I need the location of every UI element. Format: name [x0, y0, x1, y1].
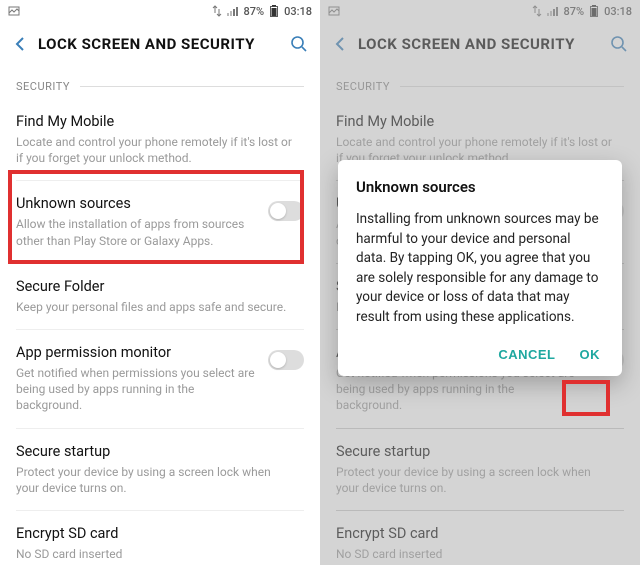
item-title: Secure startup: [16, 443, 296, 460]
item-encrypt-sd[interactable]: Encrypt SD card No SD card inserted: [16, 511, 304, 565]
clock: 03:18: [284, 5, 312, 18]
dialog-unknown-sources: Unknown sources Installing from unknown …: [338, 160, 622, 376]
item-title: Find My Mobile: [16, 113, 296, 130]
toggle-app-permission[interactable]: [268, 350, 304, 370]
battery-icon: [268, 5, 280, 17]
phone-left: 87% 03:18 LOCK SCREEN AND SECURITY SECUR…: [0, 0, 320, 565]
item-desc: Locate and control your phone remotely i…: [16, 134, 296, 166]
item-unknown-sources[interactable]: Unknown sources Allow the installation o…: [16, 181, 304, 263]
item-desc: Keep your personal files and apps safe a…: [16, 299, 296, 315]
section-header: SECURITY: [0, 66, 320, 99]
dialog-body: Installing from unknown sources may be h…: [356, 210, 604, 327]
battery-pct: 87%: [243, 5, 264, 18]
item-app-permission-monitor[interactable]: App permission monitor Get notified when…: [16, 330, 304, 429]
app-bar: LOCK SCREEN AND SECURITY: [0, 22, 320, 66]
data-icon: [211, 5, 223, 17]
dialog-title: Unknown sources: [356, 178, 604, 196]
section-label: SECURITY: [16, 80, 70, 93]
item-desc: Allow the installation of apps from sour…: [16, 216, 260, 248]
phone-right: 87% 03:18 LOCK SCREEN AND SECURITY SECUR…: [320, 0, 640, 565]
item-title: Unknown sources: [16, 195, 260, 212]
item-desc: No SD card inserted: [16, 546, 296, 562]
item-title: Encrypt SD card: [16, 525, 296, 542]
item-title: App permission monitor: [16, 344, 260, 361]
search-icon[interactable]: [290, 35, 308, 53]
item-find-my-mobile[interactable]: Find My Mobile Locate and control your p…: [16, 99, 304, 181]
back-icon[interactable]: [12, 36, 28, 52]
toggle-unknown-sources[interactable]: [268, 201, 304, 221]
item-title: Secure Folder: [16, 278, 296, 295]
item-secure-folder[interactable]: Secure Folder Keep your personal files a…: [16, 264, 304, 330]
status-bar: 87% 03:18: [0, 0, 320, 22]
page-title: LOCK SCREEN AND SECURITY: [38, 35, 280, 53]
item-secure-startup[interactable]: Secure startup Protect your device by us…: [16, 429, 304, 511]
signal-icon: [227, 5, 239, 17]
screenshot-icon: [8, 5, 20, 17]
cancel-button[interactable]: CANCEL: [498, 347, 555, 362]
divider: [80, 86, 304, 87]
item-desc: Get notified when permissions you select…: [16, 365, 260, 414]
item-desc: Protect your device by using a screen lo…: [16, 464, 296, 496]
ok-button[interactable]: OK: [580, 347, 601, 362]
